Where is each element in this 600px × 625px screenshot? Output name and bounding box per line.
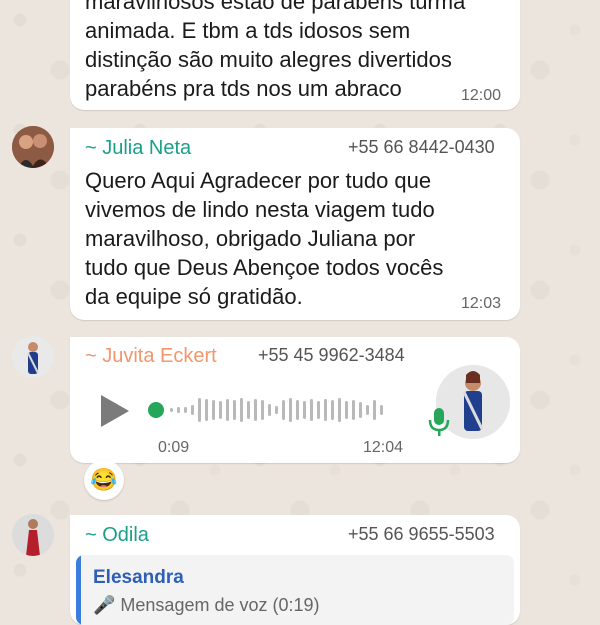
- message-bubble[interactable]: maravilhosos estão de parabéns turma ani…: [70, 0, 520, 110]
- play-icon[interactable]: [98, 394, 130, 428]
- message-time: 12:03: [461, 295, 502, 312]
- sender-name[interactable]: ~ Odila: [85, 524, 149, 547]
- quoted-preview: 🎤 Mensagem de voz (0:19): [93, 595, 320, 615]
- reaction-badge[interactable]: 😂: [84, 460, 124, 500]
- sender-name[interactable]: ~ Juvita Eckert: [85, 345, 217, 368]
- message-line: da equipe só gratidão.: [85, 284, 303, 309]
- message-line: maravilhoso, obrigado Juliana por: [85, 226, 416, 251]
- quoted-sender-name: Elesandra: [93, 567, 184, 588]
- message-time: 12:00: [461, 87, 502, 104]
- message-time: 12:04: [363, 439, 404, 456]
- quote-bar: [76, 555, 81, 625]
- message-bubble[interactable]: ~ Julia Neta +55 66 8442-0430 Quero Aqui…: [70, 128, 520, 320]
- message-line: tudo que Deus Abençoe todos vocês: [85, 255, 444, 280]
- sender-name[interactable]: ~ Julia Neta: [85, 137, 191, 160]
- message-line: vivemos de lindo nesta viagem tudo: [85, 197, 435, 222]
- message-line: animada. E tbm a tds idosos sem: [85, 18, 411, 43]
- sender-phone: +55 66 9655-5503: [348, 524, 495, 544]
- message-line: distinção são muito alegres divertidos: [85, 47, 452, 72]
- message-bubble[interactable]: ~ Odila +55 66 9655-5503 Elesandra 🎤 Men…: [70, 515, 520, 625]
- microphone-icon: [428, 407, 450, 437]
- voice-message-bubble[interactable]: ~ Juvita Eckert +55 45 9962-3484 0:09 12…: [70, 337, 520, 463]
- message-line: Quero Aqui Agradecer por tudo que: [85, 168, 432, 193]
- sender-phone: +55 45 9962-3484: [258, 345, 405, 365]
- message-line: maravilhosos estão de parabéns turma: [85, 0, 466, 14]
- voice-duration: 0:09: [158, 439, 190, 456]
- audio-waveform[interactable]: [148, 395, 408, 425]
- avatar[interactable]: [12, 336, 54, 378]
- quoted-message[interactable]: Elesandra 🎤 Mensagem de voz (0:19): [76, 555, 514, 625]
- message-line: parabéns pra tds nos um abraco: [85, 76, 402, 101]
- avatar[interactable]: [12, 514, 54, 556]
- sender-phone: +55 66 8442-0430: [348, 137, 495, 157]
- avatar[interactable]: [12, 126, 54, 168]
